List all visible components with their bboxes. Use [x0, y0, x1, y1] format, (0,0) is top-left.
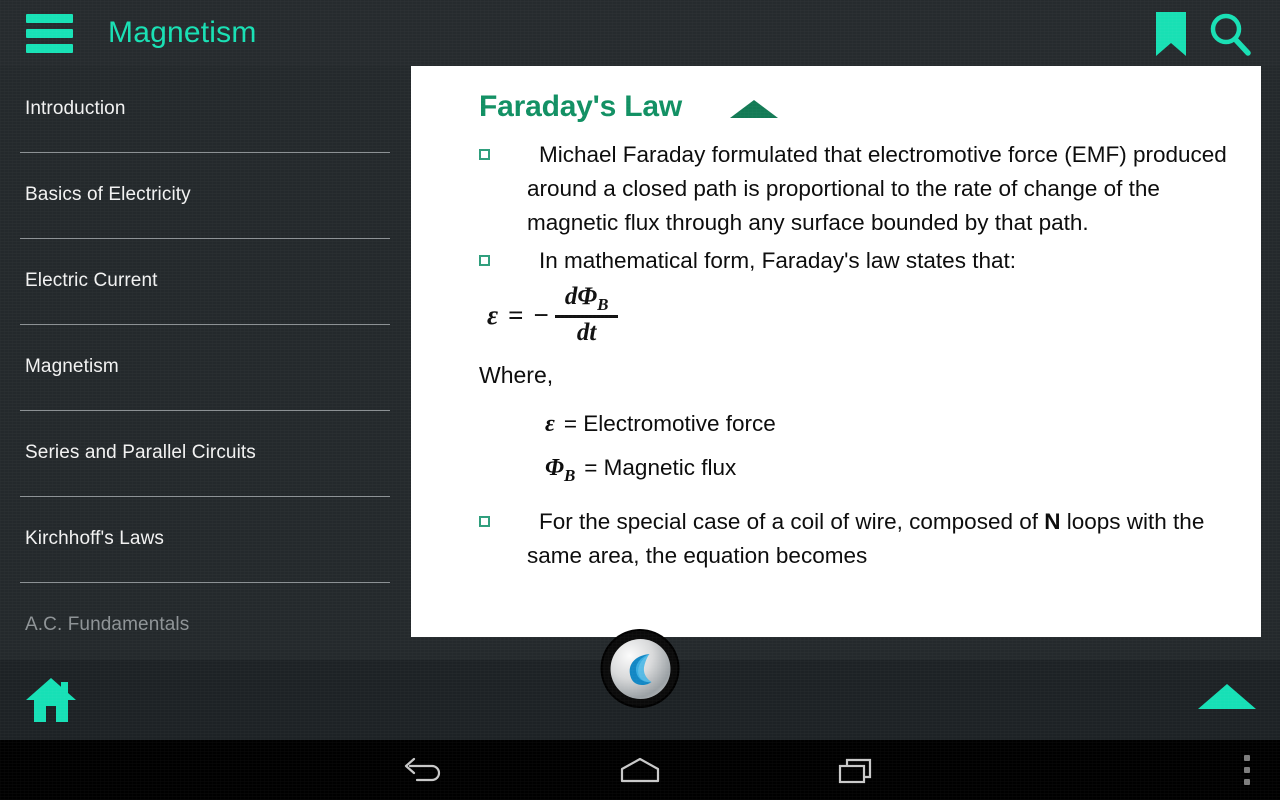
equation-equals-sign: =: [508, 299, 524, 330]
app-bar: Magnetism: [0, 0, 1280, 66]
hamburger-bar: [26, 44, 73, 53]
content-bullet: In mathematical form, Faraday's law stat…: [413, 244, 1235, 278]
equation-minus-sign: −: [533, 299, 549, 330]
equation-numerator: dΦB: [564, 283, 609, 314]
bullet-square-icon: [479, 515, 490, 527]
page-title: Magnetism: [108, 16, 257, 49]
definition-row: ε = Electromotive force: [545, 409, 1235, 439]
definition-symbol: ΦB: [545, 455, 576, 485]
search-icon[interactable]: [1206, 10, 1254, 58]
topic-title: Faraday's Law: [479, 90, 682, 123]
definition-text: = Electromotive force: [563, 411, 776, 437]
sidebar-item-magnetism[interactable]: Magnetism: [0, 324, 411, 410]
content-body: Faraday's Law Michael Faraday formulated…: [411, 64, 1261, 573]
hamburger-menu-icon[interactable]: [26, 14, 73, 53]
topic-header[interactable]: Faraday's Law: [479, 90, 1235, 124]
hamburger-bar: [26, 14, 73, 23]
equation-lhs-symbol: ε: [487, 299, 499, 330]
overflow-dot: [1244, 767, 1250, 773]
bullet-text: Michael Faraday formulated that electrom…: [527, 142, 1227, 235]
sidebar-nav[interactable]: Introduction Basics of Electricity Elect…: [0, 66, 411, 640]
app-root: Magnetism Introduction Basics of Electri…: [0, 0, 1280, 800]
where-label: Where,: [479, 362, 554, 389]
content-card: Faraday's Law Michael Faraday formulated…: [411, 64, 1261, 637]
home-pentagon-icon[interactable]: [595, 740, 685, 800]
sidebar-item-label: Magnetism: [25, 356, 119, 377]
sidebar-item-label: Series and Parallel Circuits: [25, 442, 256, 463]
android-nav-bar: [0, 740, 1280, 800]
bullet-square-icon: [479, 149, 490, 160]
faraday-equation: ε = − dΦB dt: [487, 282, 1235, 348]
content-bullet: Michael Faraday formulated that electrom…: [413, 138, 1235, 240]
sidebar-item-label: Introduction: [25, 98, 126, 119]
triangle-up-icon[interactable]: [729, 100, 778, 118]
app-logo-icon[interactable]: [602, 631, 678, 706]
recent-apps-icon[interactable]: [812, 740, 902, 800]
sidebar-item-kirchhoffs-laws[interactable]: Kirchhoff's Laws: [0, 496, 411, 582]
sidebar-item-ac-fundamentals[interactable]: A.C. Fundamentals: [0, 582, 411, 640]
equation-denominator: dt: [576, 319, 597, 347]
bottom-toolbar: [0, 631, 1280, 740]
bullet-square-icon: [479, 255, 490, 266]
equation-numerator-subscript: B: [597, 295, 609, 314]
bullet-text: For the special case of a coil of wire, …: [527, 505, 1235, 573]
back-arrow-icon[interactable]: [378, 740, 468, 800]
equation-fraction: dΦB dt: [554, 282, 619, 348]
definition-symbol: ε: [545, 411, 555, 438]
sidebar-item-label: Electric Current: [25, 270, 158, 291]
sidebar-item-introduction[interactable]: Introduction: [0, 66, 411, 152]
hamburger-bar: [26, 29, 73, 38]
bullet-text-bold: N: [1044, 508, 1061, 534]
sidebar-item-basics-of-electricity[interactable]: Basics of Electricity: [0, 152, 411, 238]
definition-symbol-subscript: B: [563, 465, 576, 485]
bullet-text-prefix: For the special case of a coil of wire, …: [539, 508, 1045, 534]
definition-text: = Magnetic flux: [584, 455, 737, 481]
sidebar-item-electric-current[interactable]: Electric Current: [0, 238, 411, 324]
sidebar-item-series-and-parallel-circuits[interactable]: Series and Parallel Circuits: [0, 410, 411, 496]
bookmark-icon[interactable]: [1150, 10, 1192, 58]
content-bullet: For the special case of a coil of wire, …: [413, 505, 1235, 573]
sidebar-item-label: A.C. Fundamentals: [25, 614, 190, 635]
home-icon[interactable]: [24, 676, 78, 724]
bullet-text: In mathematical form, Faraday's law stat…: [539, 248, 1016, 273]
overflow-dot: [1244, 779, 1250, 785]
definition-row: ΦB = Magnetic flux: [545, 453, 1235, 491]
overflow-dot: [1244, 755, 1250, 761]
overflow-menu-icon[interactable]: [1222, 740, 1272, 800]
logo-disc: [610, 638, 670, 699]
scroll-to-top-icon[interactable]: [1198, 684, 1256, 709]
sidebar-item-label: Kirchhoff's Laws: [25, 528, 164, 549]
sidebar-item-label: Basics of Electricity: [25, 184, 191, 205]
